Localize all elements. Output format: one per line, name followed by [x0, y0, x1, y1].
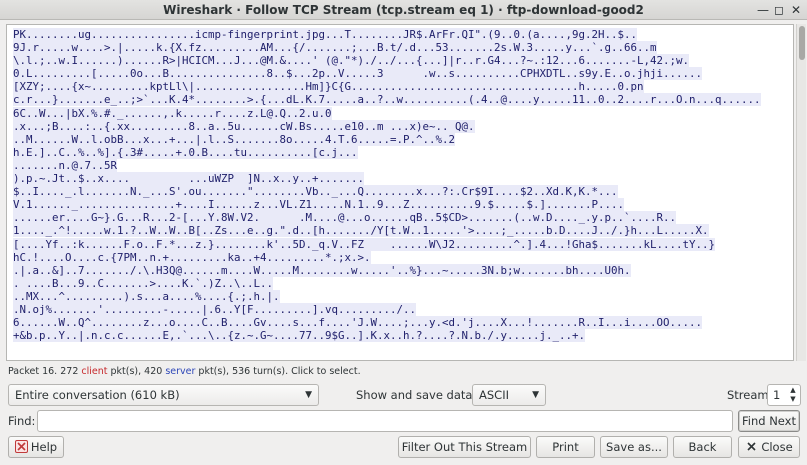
- spin-up-icon[interactable]: ▲: [788, 386, 798, 395]
- close-icon: [747, 442, 756, 451]
- help-icon: [14, 440, 28, 453]
- stream-line: \.l.;..w.I......)......R>|HCICM...J...@M…: [13, 54, 761, 68]
- find-label: Find:: [8, 414, 36, 428]
- stream-line-text: ).p.~.Jt..$..x.... ...uWZP ]N..x..y..+..…: [13, 172, 365, 186]
- status-middle: pkt(s), 420: [107, 366, 166, 377]
- stream-line-text: .x...;B....:..{.xx.........8..a..5u.....…: [13, 119, 475, 133]
- stream-label: Stream: [727, 388, 769, 402]
- close-button[interactable]: Close: [738, 436, 800, 458]
- stream-line: hC.!....O....c.{7PM..n.+.........ka..+4.…: [13, 250, 761, 264]
- title-bar: Wireshark · Follow TCP Stream (tcp.strea…: [0, 0, 807, 20]
- stream-number-value: 1: [773, 388, 781, 402]
- stream-line: c.r...}.......e_..;>`...K.4*........>.{.…: [13, 93, 761, 107]
- conversation-select-value: Entire conversation (610 kB): [15, 388, 180, 402]
- find-next-button[interactable]: Find Next: [738, 410, 800, 432]
- help-button-label: Help: [30, 440, 58, 454]
- filter-out-stream-button[interactable]: Filter Out This Stream: [398, 436, 531, 458]
- stream-line-text: [XZY;....{x~.........kptLl\|............…: [13, 80, 644, 94]
- stream-line: ..MX...^.........).s...a....%....{.;.h.|…: [13, 289, 761, 303]
- show-save-label: Show and save data as: [356, 388, 490, 402]
- status-suffix: pkt(s), 536 turn(s). Click to select.: [195, 366, 361, 377]
- stream-line: .|.a..&]..7......./.\.H3Q@......m....W..…: [13, 263, 761, 277]
- stream-line: 9J.r.....w....>.|.....k.{X.fz.........AM…: [13, 41, 761, 55]
- stream-line-text: 6C..W...|bX.%.#._......,.k.....r....z.L@…: [13, 106, 332, 120]
- stream-line-text: $..I...._.l.......N._...S'.ou......."...…: [13, 185, 618, 199]
- find-input[interactable]: [37, 410, 733, 432]
- chevron-down-icon: ▼: [305, 390, 312, 400]
- stream-line-text: c.r...}.......e_..;>`...K.4*........>.{.…: [13, 93, 761, 107]
- status-client: client: [81, 366, 108, 377]
- stream-line-text: [....Yf..:k......F.o..F.*...z.}........k…: [13, 237, 716, 251]
- stream-line: 0.L.........[.....0o...B...............8…: [13, 67, 761, 81]
- stream-line-text: .|.a..&]..7......./.\.H3Q@......m....W..…: [13, 263, 631, 277]
- stream-content[interactable]: PK........ug................icmp-fingerp…: [6, 24, 794, 361]
- help-button[interactable]: Help: [8, 436, 64, 458]
- stream-line: $..I...._.l.......N._...S'.ou......."...…: [13, 185, 761, 199]
- stream-line-text: V.1......_...............+....I......z..…: [13, 198, 625, 212]
- print-button[interactable]: Print: [536, 436, 595, 458]
- close-button-label: Close: [761, 440, 793, 454]
- packet-status: Packet 16. 272 client pkt(s), 420 server…: [8, 366, 361, 377]
- close-window-icon[interactable]: ✕: [789, 3, 803, 17]
- stream-line-text: PK........ug................icmp-fingerp…: [13, 28, 638, 41]
- stream-lines: PK........ug................icmp-fingerp…: [13, 28, 761, 343]
- stream-line-text: +&b.p..Y..|.n.c.c......E,.`...\..{z.~.G~…: [13, 329, 586, 343]
- stream-line-text: h.E.]..C..%..%].{.3#.....+.0.B....tu....…: [13, 145, 358, 159]
- stream-line: V.1......_...............+....I......z..…: [13, 198, 761, 212]
- stream-line-text: \.l.;..w.I......)......R>|HCICM...J...@M…: [13, 54, 690, 68]
- window-title: Wireshark · Follow TCP Stream (tcp.strea…: [163, 3, 644, 17]
- stream-line-text: 6......W..Q^........z...o....C..B....Gv.…: [13, 316, 703, 330]
- conversation-select[interactable]: Entire conversation (610 kB) ▼: [8, 384, 319, 406]
- maximize-icon[interactable]: ◻: [772, 3, 786, 17]
- stream-line: 6......W..Q^........z...o....C..B....Gv.…: [13, 316, 761, 330]
- stream-line-text: .......n.@.7..5R: [13, 158, 118, 172]
- spin-down-icon[interactable]: ▼: [788, 395, 798, 404]
- stream-line-text: 1...._.^!.....w.1.?..W..W..B[..Zs...e..g…: [13, 224, 709, 238]
- stream-scrollbar[interactable]: [796, 24, 806, 361]
- stream-line: [XZY;....{x~.........kptLl\|............…: [13, 80, 761, 94]
- stream-line: PK........ug................icmp-fingerp…: [13, 28, 761, 41]
- stream-line-text: ..MX...^.........).s...a....%....{.;.h.|…: [13, 289, 280, 303]
- chevron-down-icon: ▼: [532, 390, 539, 400]
- stream-line-text: . ....B...9..C.......>....K.`.)Z..\..L..: [13, 276, 274, 290]
- stream-line-text: .N.oj%.......'.........-.....|.6..Y[F...…: [13, 302, 417, 316]
- stream-line: . ....B...9..C.......>....K.`.)Z..\..L..: [13, 276, 761, 290]
- stream-line: 6C..W...|bX.%.#._......,.k.....r....z.L@…: [13, 106, 761, 120]
- status-prefix: Packet 16. 272: [8, 366, 82, 377]
- scrollbar-thumb[interactable]: [799, 26, 805, 60]
- stream-line: 1...._.^!.....w.1.?..W..W..B[..Zs...e..g…: [13, 224, 761, 238]
- stream-line: ..M......W..l.obB...x...+...|.l..S......…: [13, 132, 761, 146]
- format-select[interactable]: ASCII ▼: [472, 384, 546, 406]
- format-select-value: ASCII: [479, 388, 509, 402]
- stream-line: ......er....G~}.G...R...2-[...Y.8W.V2. .…: [13, 211, 761, 225]
- stream-line-text: 9J.r.....w....>.|.....k.{X.fz.........AM…: [13, 41, 657, 55]
- stream-number-spinner[interactable]: 1 ▲ ▼: [767, 384, 801, 406]
- stream-line: .......n.@.7..5R: [13, 158, 761, 172]
- stream-line: .x...;B....:..{.xx.........8..a..5u.....…: [13, 119, 761, 133]
- minimize-icon[interactable]: —: [756, 3, 770, 17]
- status-server: server: [165, 366, 196, 377]
- stream-line-text: ......er....G~}.G...R...2-[...Y.8W.V2. .…: [13, 211, 677, 225]
- back-button[interactable]: Back: [673, 436, 732, 458]
- stream-line: .N.oj%.......'.........-.....|.6..Y[F...…: [13, 302, 761, 316]
- stream-line-text: hC.!....O....c.{7PM..n.+.........ka..+4.…: [13, 250, 371, 264]
- save-as-button[interactable]: Save as...: [600, 436, 668, 458]
- stream-line: +&b.p..Y..|.n.c.c......E,.`...\..{z.~.G~…: [13, 329, 761, 343]
- stream-line: ).p.~.Jt..$..x.... ...uWZP ]N..x..y..+..…: [13, 172, 761, 186]
- stream-line-text: 0.L.........[.....0o...B...............8…: [13, 67, 703, 81]
- stream-line-text: ..M......W..l.obB...x...+...|.l..S......…: [13, 132, 456, 146]
- stream-line: h.E.]..C..%..%].{.3#.....+.0.B....tu....…: [13, 145, 761, 159]
- stream-line: [....Yf..:k......F.o..F.*...z.}........k…: [13, 237, 761, 251]
